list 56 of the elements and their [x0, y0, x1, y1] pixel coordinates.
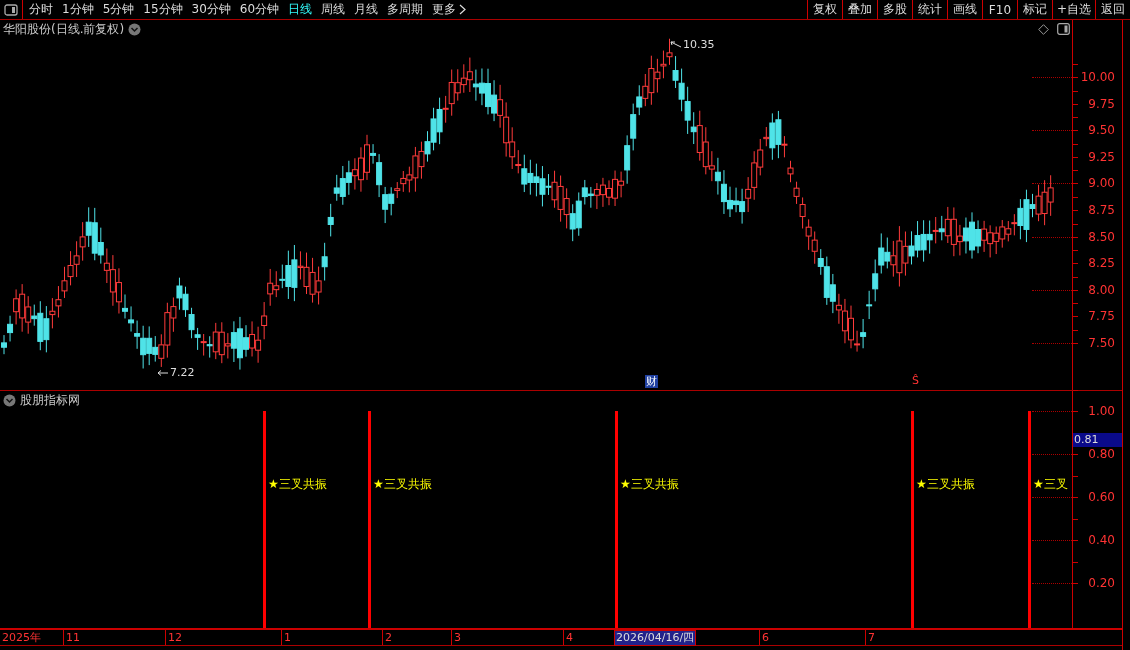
period-tab[interactable]: 1分钟 [62, 1, 94, 18]
indicator-title: 股朋指标网 [20, 392, 80, 409]
arrow-icon [670, 40, 682, 49]
price-label: 10.35 [683, 38, 715, 51]
cursor-date: 2026/04/16/四 [614, 630, 697, 646]
signal-label: ★三叉共振 [620, 476, 679, 493]
period-tab[interactable]: 30分钟 [191, 1, 231, 18]
arrow-icon [157, 368, 169, 377]
date-label: 11 [66, 630, 80, 645]
dropdown-icon[interactable] [128, 23, 142, 36]
chart-title: 华阳股份(日线.前复权) [3, 21, 125, 38]
diamond-icon[interactable] [1038, 24, 1049, 35]
axis-label: 7.75 [1088, 309, 1115, 324]
dropdown-icon[interactable] [3, 394, 16, 407]
axis-label: 8.25 [1088, 256, 1115, 271]
signal-label: ★三叉共振 [268, 476, 327, 493]
axis-label: 8.00 [1088, 282, 1115, 297]
panel-toggle-icon[interactable] [1057, 23, 1070, 35]
period-tab[interactable]: 60分钟 [239, 1, 280, 18]
axis-label: 9.50 [1088, 123, 1115, 138]
period-tab[interactable]: 周线 [321, 1, 346, 18]
more-menu[interactable]: 更多 [432, 1, 467, 18]
axis-label: 8.75 [1088, 203, 1115, 217]
signal-marker: Ŝ [912, 374, 919, 387]
chevron-icon [459, 4, 467, 15]
finance-marker: 财 [645, 375, 658, 388]
period-tab[interactable]: 分时 [29, 1, 53, 18]
date-label: 6 [762, 630, 769, 645]
axis-label: 9.25 [1088, 149, 1115, 164]
date-label: 4 [566, 630, 573, 645]
date-label: 1 [284, 630, 291, 645]
price-label: 7.22 [170, 366, 195, 379]
axis-label: 0.60 [1088, 490, 1115, 504]
period-tab[interactable]: 5分钟 [102, 1, 135, 18]
date-label: 7 [868, 630, 875, 645]
axis-label: 0.80 [1088, 447, 1115, 461]
axis-label: 0.40 [1088, 533, 1115, 547]
date-label: 3 [454, 630, 461, 645]
period-tab[interactable]: 多周期 [387, 1, 424, 18]
period-tab[interactable]: 日线 [288, 1, 313, 18]
cursor-value: 0.81 [1073, 432, 1122, 447]
axis-label: 1.00 [1088, 404, 1115, 418]
signal-label: ★三叉共振 [373, 476, 432, 493]
axis-label: 7.50 [1088, 336, 1115, 350]
date-label: 2025年 [2, 630, 41, 645]
date-label: 2 [385, 630, 392, 645]
axis-label: 10.00 [1080, 70, 1115, 84]
period-tab[interactable]: 15分钟 [143, 1, 183, 18]
signal-label: ★三叉 [1033, 476, 1068, 493]
axis-label: 8.50 [1088, 229, 1115, 244]
axis-label: 0.20 [1088, 576, 1115, 590]
axis-label: 9.75 [1088, 96, 1115, 111]
axis-label: 9.00 [1088, 176, 1115, 191]
period-tab[interactable]: 月线 [354, 1, 379, 18]
date-label: 12 [168, 630, 182, 645]
signal-label: ★三叉共振 [916, 476, 975, 493]
